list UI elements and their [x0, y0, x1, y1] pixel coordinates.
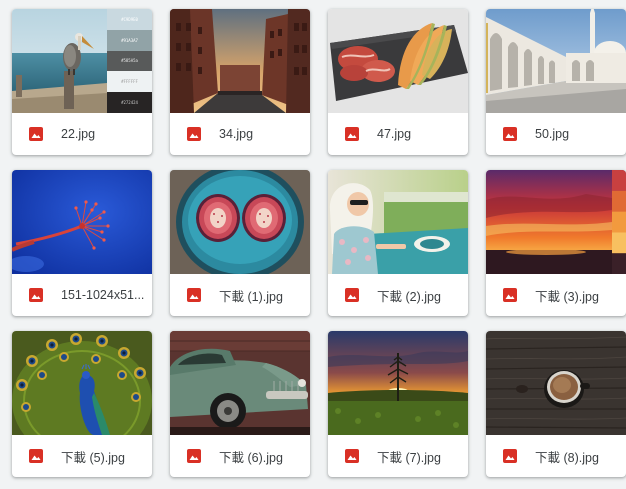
- image-file-icon: [503, 288, 517, 302]
- file-card[interactable]: 151-1024x51...: [12, 170, 152, 316]
- image-file-icon: [503, 127, 517, 141]
- file-name: 下載 (5).jpg: [61, 450, 125, 465]
- image-file-icon: [187, 127, 201, 141]
- file-card-footer: 22.jpg: [12, 113, 152, 155]
- file-name: 下載 (2).jpg: [377, 289, 441, 304]
- file-card[interactable]: 下載 (8).jpg: [486, 331, 626, 477]
- file-card[interactable]: 50.jpg: [486, 9, 626, 155]
- thumbnail-figs: [170, 170, 310, 274]
- thumbnail-white-mosque: [486, 9, 626, 113]
- palette-swatch: #C9D9E0: [107, 9, 152, 30]
- file-card-footer: 34.jpg: [170, 113, 310, 155]
- thumbnail-red-seed: [12, 170, 152, 274]
- thumbnail-melon-prosciutto: [328, 9, 468, 113]
- thumbnail-rusty-car: [170, 331, 310, 435]
- file-card-footer: 下載 (8).jpg: [486, 435, 626, 477]
- file-name: 下載 (7).jpg: [377, 450, 441, 465]
- file-name: 下載 (8).jpg: [535, 450, 599, 465]
- file-card[interactable]: 下載 (5).jpg: [12, 331, 152, 477]
- file-card[interactable]: 34.jpg: [170, 9, 310, 155]
- file-name: 47.jpg: [377, 127, 412, 141]
- thumbnail-vintage-car-woman: [328, 170, 468, 274]
- file-card-footer: 下載 (6).jpg: [170, 435, 310, 477]
- file-card[interactable]: 下載 (1).jpg: [170, 170, 310, 316]
- image-file-icon: [187, 288, 201, 302]
- thumbnail-peacock: [12, 331, 152, 435]
- file-card[interactable]: #C9D9E0 #91A3A7 #585A5a #FFFFFF #272424 …: [12, 9, 152, 155]
- file-card-footer: 50.jpg: [486, 113, 626, 155]
- thumbnail-red-sunset: [486, 170, 626, 274]
- file-grid: #C9D9E0 #91A3A7 #585A5a #FFFFFF #272424 …: [0, 0, 626, 489]
- file-card-footer: 47.jpg: [328, 113, 468, 155]
- image-file-icon: [29, 127, 43, 141]
- thumbnail-field-sunset: [328, 331, 468, 435]
- file-card-footer: 下載 (3).jpg: [486, 274, 626, 316]
- color-palette: #C9D9E0 #91A3A7 #585A5a #FFFFFF #272424: [107, 9, 152, 113]
- file-name: 22.jpg: [61, 127, 96, 141]
- file-card[interactable]: 下載 (2).jpg: [328, 170, 468, 316]
- thumbnail-coffee-cup: [486, 331, 626, 435]
- file-card-footer: 下載 (7).jpg: [328, 435, 468, 477]
- file-card-footer: 下載 (2).jpg: [328, 274, 468, 316]
- file-name: 151-1024x51...: [61, 288, 145, 302]
- file-card-footer: 151-1024x51...: [12, 274, 152, 316]
- image-file-icon: [345, 288, 359, 302]
- image-file-icon: [187, 449, 201, 463]
- palette-swatch: #272424: [107, 92, 152, 113]
- palette-swatch: #FFFFFF: [107, 71, 152, 93]
- thumbnail-pelican: #C9D9E0 #91A3A7 #585A5a #FFFFFF #272424: [12, 9, 152, 113]
- file-card[interactable]: 下載 (7).jpg: [328, 331, 468, 477]
- file-name: 下載 (3).jpg: [535, 289, 599, 304]
- file-name: 下載 (6).jpg: [219, 450, 283, 465]
- thumbnail-canal-buildings: [170, 9, 310, 113]
- file-card[interactable]: 47.jpg: [328, 9, 468, 155]
- image-file-icon: [503, 449, 517, 463]
- palette-swatch: #91A3A7: [107, 29, 152, 51]
- file-name: 下載 (1).jpg: [219, 289, 283, 304]
- file-name: 50.jpg: [535, 127, 570, 141]
- file-card-footer: 下載 (1).jpg: [170, 274, 310, 316]
- image-file-icon: [29, 288, 43, 302]
- image-file-icon: [345, 449, 359, 463]
- image-file-icon: [29, 449, 43, 463]
- file-card[interactable]: 下載 (6).jpg: [170, 331, 310, 477]
- file-card[interactable]: 下載 (3).jpg: [486, 170, 626, 316]
- file-name: 34.jpg: [219, 127, 254, 141]
- file-card-footer: 下載 (5).jpg: [12, 435, 152, 477]
- palette-swatch: #585A5a: [107, 50, 152, 72]
- image-file-icon: [345, 127, 359, 141]
